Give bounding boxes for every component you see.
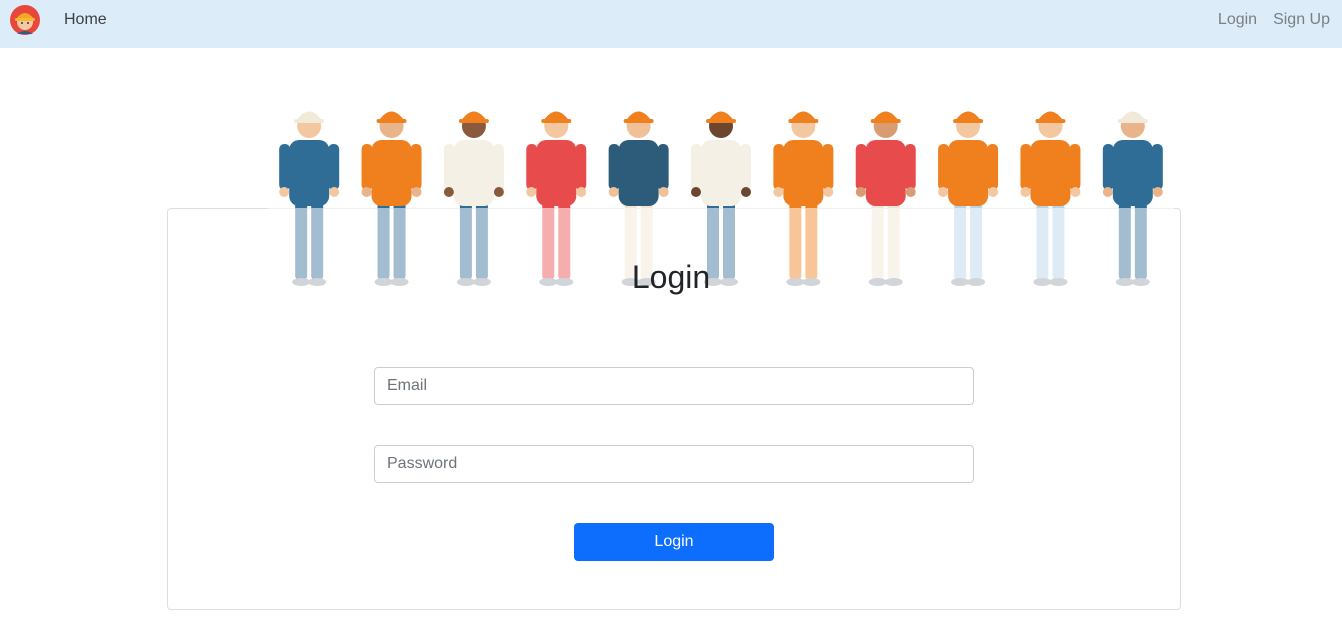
nav-login-link[interactable]: Login [1218,10,1257,30]
login-button[interactable]: Login [574,523,774,561]
nav-signup-link[interactable]: Sign Up [1273,10,1330,30]
nav-home-link[interactable]: Home [64,10,107,30]
page-title: Login [631,259,711,295]
navbar: Home Login Sign Up [0,0,1342,48]
worker-avatar-icon[interactable] [9,4,41,36]
password-field[interactable] [374,445,974,483]
email-field[interactable] [374,367,974,405]
nav-auth-links: Login Sign Up [1218,10,1330,30]
